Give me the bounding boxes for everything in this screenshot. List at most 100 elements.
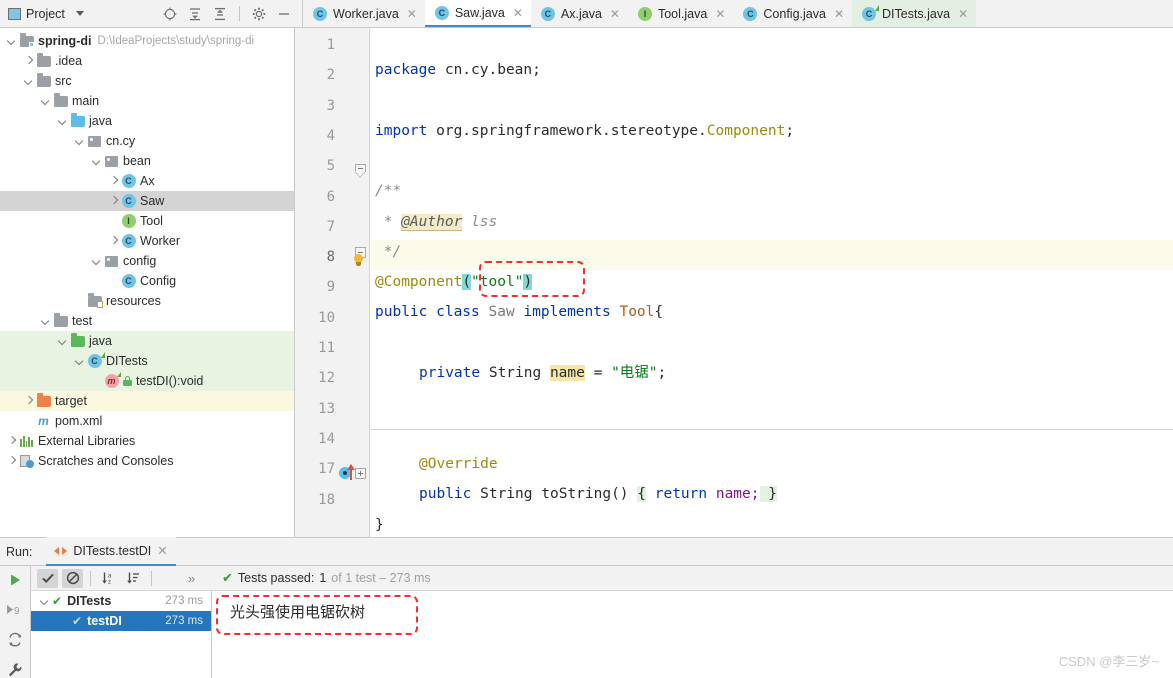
chevron-down-icon[interactable] [74, 136, 85, 147]
tree-node-bean[interactable]: bean [0, 151, 294, 171]
chevron-down-icon[interactable] [39, 596, 50, 607]
tree-node-config[interactable]: C Config [0, 271, 294, 291]
rerun-play-icon[interactable] [6, 572, 24, 589]
show-passed-icon[interactable] [37, 568, 58, 588]
editor-tab-saw-java[interactable]: C Saw.java ✕ [424, 0, 531, 27]
line-number-13: 13 [318, 400, 335, 417]
chevron-down-icon[interactable] [74, 356, 85, 367]
tree-node-ditests[interactable]: C DITests [0, 351, 294, 371]
chevron-right-icon[interactable] [23, 396, 34, 407]
expand-fold-icon[interactable] [355, 468, 366, 479]
locate-icon[interactable] [162, 6, 178, 22]
editor-tab-config-java[interactable]: C Config.java ✕ [733, 0, 852, 27]
close-icon[interactable]: ✕ [157, 543, 167, 558]
javadoc-close: */ [375, 243, 402, 260]
test-tree[interactable]: ✔ DITests 273 ms ✔ testDI 273 ms [31, 591, 212, 678]
project-panel-title-group[interactable]: Project [4, 7, 84, 21]
tree-node-java[interactable]: java [0, 331, 294, 351]
chevron-right-icon[interactable] [23, 56, 34, 67]
chevron-right-icon[interactable] [108, 236, 119, 247]
chevron-down-icon[interactable] [40, 316, 51, 327]
intention-bulb-icon[interactable] [352, 254, 365, 269]
chevron-right-icon[interactable] [108, 176, 119, 187]
editor-tab-tool-java[interactable]: I Tool.java ✕ [628, 0, 733, 27]
tree-node-external-libraries[interactable]: External Libraries [0, 431, 294, 451]
tree-node-config[interactable]: config [0, 251, 294, 271]
chevron-right-icon[interactable] [6, 456, 17, 467]
tree-node-resources[interactable]: resources [0, 291, 294, 311]
brace-open-highlight: { [637, 486, 646, 503]
tree-node-ax[interactable]: C Ax [0, 171, 294, 191]
settings-wrench-icon[interactable] [6, 661, 24, 678]
rerun-failed-icon[interactable]: 9 [6, 602, 24, 619]
tree-node-pom-xml[interactable]: m pom.xml [0, 411, 294, 431]
chevron-down-icon[interactable] [57, 336, 68, 347]
code-editor[interactable]: 1 2 3 4 5 6 7 8 9 10 11 12 13 14 17 18 package cn.cy.be… [295, 28, 1173, 537]
minimize-icon[interactable] [276, 6, 292, 22]
tree-node-main[interactable]: main [0, 91, 294, 111]
javadoc-fold-marker-icon[interactable] [355, 164, 366, 178]
close-icon[interactable]: ✕ [715, 8, 725, 20]
collapse-all-icon[interactable] [212, 6, 228, 22]
editor-tab-ax-java[interactable]: C Ax.java ✕ [531, 0, 628, 27]
tree-node-java[interactable]: java [0, 111, 294, 131]
tree-node-label: cn.cy [106, 133, 136, 148]
resources-folder-icon [87, 293, 103, 309]
tree-node-saw[interactable]: C Saw [0, 191, 294, 211]
code-line-3: import org.springframework.stereotype.Co… [375, 116, 1173, 146]
test-duration: 273 ms [165, 595, 203, 607]
component-annotation: @Component [375, 274, 463, 291]
expand-all-icon[interactable] [187, 6, 203, 22]
close-icon[interactable]: ✕ [407, 8, 417, 20]
tree-node-target[interactable]: target [0, 391, 294, 411]
test-row-ditests[interactable]: ✔ DITests 273 ms [31, 591, 211, 611]
console-output[interactable]: 光头强使用电锯砍树 CSDN @李三岁~ [212, 591, 1173, 678]
test-class-icon: C [87, 352, 105, 369]
sort-alphabetically-icon[interactable]: az [98, 569, 119, 588]
tree-node-src[interactable]: src [0, 71, 294, 91]
keyword-public: public [419, 486, 472, 503]
folder-green-icon [70, 333, 85, 349]
test-pass-icon: ✔ [72, 614, 83, 628]
maven-icon: m [38, 414, 49, 428]
more-options-icon[interactable]: » [181, 569, 202, 588]
tree-node-worker[interactable]: C Worker [0, 231, 294, 251]
close-icon[interactable]: ✕ [834, 8, 844, 20]
chevron-right-icon[interactable] [6, 436, 17, 447]
editor-tab-worker-java[interactable]: C Worker.java ✕ [303, 0, 425, 27]
tree-node-spring-di[interactable]: spring-di D:\IdeaProjects\study\spring-di [0, 31, 294, 51]
chevron-down-icon[interactable] [91, 256, 102, 267]
check-icon: ✔ [222, 570, 233, 585]
show-ignored-icon[interactable] [62, 568, 83, 588]
close-icon[interactable]: ✕ [958, 8, 968, 20]
close-icon[interactable]: ✕ [513, 7, 523, 19]
tree-node-cn-cy[interactable]: cn.cy [0, 131, 294, 151]
class-close-brace: } [375, 516, 384, 533]
tests-passed-suffix: of 1 test – 273 ms [331, 571, 431, 585]
chevron-down-icon[interactable] [40, 96, 51, 107]
rerun-auto-icon[interactable] [6, 632, 24, 649]
tree-node-scratches-and-consoles[interactable]: Scratches and Consoles [0, 451, 294, 471]
tree-node-test[interactable]: test [0, 311, 294, 331]
run-configuration-tab[interactable]: DITests.testDI ✕ [46, 537, 176, 566]
line-number-12: 12 [318, 370, 335, 387]
project-tree[interactable]: spring-di D:\IdeaProjects\study\spring-di… [0, 28, 295, 537]
editor-tab-ditests-java[interactable]: C DITests.java ✕ [852, 0, 977, 27]
run-side-toolbar: 9 [0, 566, 31, 678]
tree-node-testdi---void[interactable]: m testDI():void [0, 371, 294, 391]
test-row-testdi[interactable]: ✔ testDI 273 ms [31, 611, 211, 631]
chevron-down-icon[interactable] [23, 76, 34, 87]
close-icon[interactable]: ✕ [610, 8, 620, 20]
chevron-down-icon[interactable] [75, 11, 84, 16]
chevron-down-icon[interactable] [6, 36, 17, 47]
chevron-right-icon[interactable] [108, 196, 119, 207]
tree-node-tool[interactable]: I Tool [0, 211, 294, 231]
class-icon: C [540, 6, 555, 21]
chevron-down-icon[interactable] [57, 116, 68, 127]
sort-by-duration-icon[interactable] [123, 569, 144, 588]
settings-gear-icon[interactable] [251, 6, 267, 22]
override-annotation: @Override [419, 456, 498, 472]
chevron-down-icon[interactable] [91, 156, 102, 167]
tree-node--idea[interactable]: .idea [0, 51, 294, 71]
